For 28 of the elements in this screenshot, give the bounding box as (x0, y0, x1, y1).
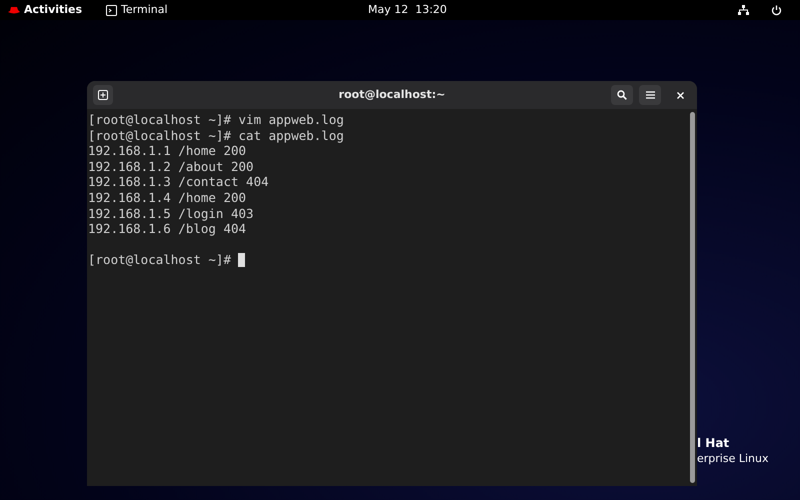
terminal-line: 192.168.1.2 /about 200 (88, 158, 254, 174)
close-icon (676, 92, 684, 98)
terminal-line: [root@localhost ~]# vim appweb.log (88, 112, 344, 128)
new-tab-icon (98, 90, 108, 100)
menu-button[interactable] (639, 85, 661, 105)
power-icon[interactable] (771, 4, 782, 16)
search-icon (617, 90, 627, 100)
terminal-line: 192.168.1.5 /login 403 (88, 206, 254, 222)
logo-text: l Hat (697, 436, 730, 451)
terminal-line: 192.168.1.4 /home 200 (88, 190, 246, 206)
terminal-line: 192.168.1.6 /blog 404 (88, 221, 246, 237)
clock[interactable]: May 12 13:20 (368, 2, 447, 18)
terminal-line: 192.168.1.3 /contact 404 (88, 174, 269, 190)
terminal-line: [root@localhost ~]# cat appweb.log (88, 128, 344, 144)
search-button[interactable] (611, 85, 633, 105)
text-cursor (238, 253, 245, 268)
network-icon[interactable] (738, 5, 749, 15)
new-tab-button[interactable] (93, 85, 113, 105)
terminal-line: 192.168.1.1 /home 200 (88, 143, 246, 159)
terminal-line: [root@localhost ~]# (88, 252, 231, 268)
menu-icon (646, 91, 654, 99)
window-title: root@localhost:~ (338, 86, 446, 103)
hat-logo-icon (8, 6, 20, 14)
app-menu-button[interactable]: Terminal (121, 2, 168, 18)
logo-text: erprise Linux (697, 451, 768, 466)
scrollbar-thumb[interactable] (690, 112, 694, 483)
activities-button[interactable]: Activities (24, 2, 82, 18)
terminal-icon (106, 4, 118, 16)
